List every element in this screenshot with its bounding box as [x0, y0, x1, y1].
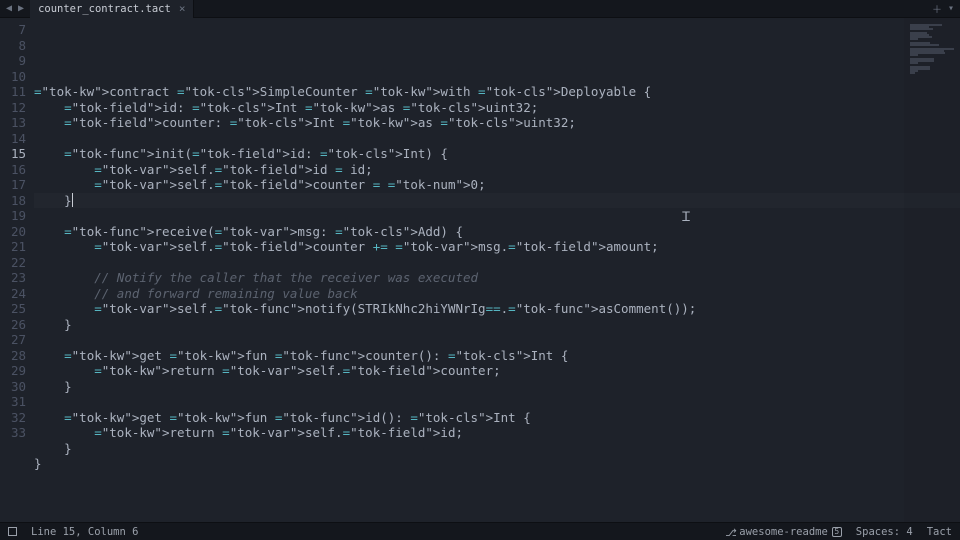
code-line[interactable]: ="tok-func">init(="tok-field">id: ="tok-… — [34, 146, 960, 162]
code-line[interactable]: // Notify the caller that the receiver w… — [34, 270, 960, 286]
code-line[interactable]: } — [34, 441, 960, 457]
code-line[interactable]: ="tok-var">self.="tok-field">counter += … — [34, 239, 960, 255]
code-line[interactable] — [34, 131, 960, 147]
code-line[interactable] — [34, 472, 960, 488]
nav-back-icon[interactable]: ◀ — [6, 3, 12, 14]
nav-forward-icon[interactable]: ▶ — [18, 3, 24, 14]
code-line[interactable] — [34, 394, 960, 410]
status-git-branch[interactable]: awesome-readme 5 — [725, 526, 842, 538]
code-line[interactable]: // and forward remaining value back — [34, 286, 960, 302]
code-area[interactable]: Ꮖ ="tok-kw">contract ="tok-cls">SimpleCo… — [34, 18, 960, 522]
caret — [72, 193, 73, 207]
code-line[interactable]: ="tok-var">self.="tok-field">id = id; — [34, 162, 960, 178]
code-line[interactable] — [34, 332, 960, 348]
tab-counter-contract[interactable]: counter_contract.tact × — [30, 0, 194, 18]
panel-toggle-icon[interactable] — [8, 527, 17, 536]
branch-name: awesome-readme — [739, 526, 828, 538]
code-line[interactable]: ="tok-kw">contract ="tok-cls">SimpleCoun… — [34, 84, 960, 100]
tab-close-icon[interactable]: × — [179, 2, 186, 15]
titlebar: ◀ ▶ counter_contract.tact × ＋ ▾ — [0, 0, 960, 18]
tab-menu-icon[interactable]: ▾ — [948, 3, 954, 14]
code-line[interactable]: ="tok-kw">get ="tok-kw">fun ="tok-func">… — [34, 410, 960, 426]
code-line[interactable]: ="tok-field">id: ="tok-cls">Int ="tok-kw… — [34, 100, 960, 116]
code-line[interactable]: } — [34, 379, 960, 395]
code-line[interactable]: ="tok-kw">return ="tok-var">self.="tok-f… — [34, 425, 960, 441]
branch-change-count: 5 — [832, 527, 842, 537]
code-line[interactable]: } — [34, 317, 960, 333]
tab-filename: counter_contract.tact — [38, 3, 171, 15]
code-line[interactable] — [34, 69, 960, 85]
code-line[interactable]: ="tok-kw">get ="tok-kw">fun ="tok-func">… — [34, 348, 960, 364]
git-branch-icon — [725, 527, 735, 537]
status-language[interactable]: Tact — [927, 526, 952, 538]
code-line[interactable]: ="tok-field">counter: ="tok-cls">Int ="t… — [34, 115, 960, 131]
code-line[interactable]: ="tok-func">receive(="tok-var">msg: ="to… — [34, 224, 960, 240]
code-line[interactable]: ="tok-kw">return ="tok-var">self.="tok-f… — [34, 363, 960, 379]
minimap[interactable] — [904, 18, 960, 522]
code-line[interactable]: ="tok-var">self.="tok-field">counter = =… — [34, 177, 960, 193]
status-indentation[interactable]: Spaces: 4 — [856, 526, 913, 538]
status-cursor-position[interactable]: Line 15, Column 6 — [31, 526, 138, 538]
code-line[interactable]: ="tok-var">self.="tok-func">notify(STRIk… — [34, 301, 960, 317]
code-line[interactable]: } — [34, 193, 960, 209]
tab-bar: counter_contract.tact × — [30, 0, 194, 18]
code-line[interactable]: } — [34, 456, 960, 472]
statusbar: Line 15, Column 6 awesome-readme 5 Space… — [0, 522, 960, 540]
editor[interactable]: 7891011121314151617181920212223242526272… — [0, 18, 960, 522]
line-number-gutter: 7891011121314151617181920212223242526272… — [0, 18, 34, 522]
code-line[interactable] — [34, 255, 960, 271]
new-tab-icon[interactable]: ＋ — [932, 1, 942, 16]
code-line[interactable] — [34, 208, 960, 224]
